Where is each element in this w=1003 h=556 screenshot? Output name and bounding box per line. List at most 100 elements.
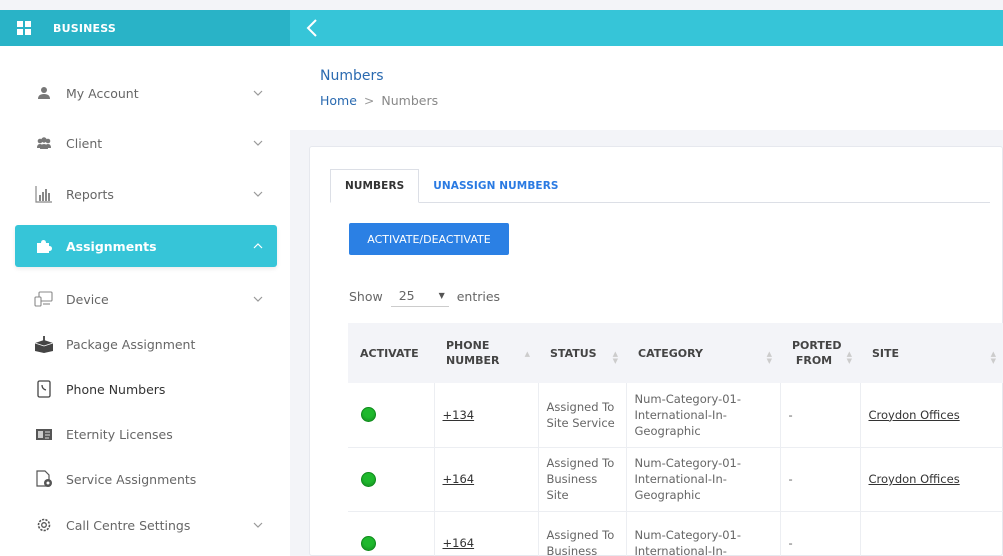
activate-deactivate-button[interactable]: ACTIVATE/DEACTIVATE [349, 223, 509, 255]
sidebar-item-label: Reports [66, 186, 114, 202]
sort-icon: ▲ ▼ [766, 350, 772, 365]
phone-book-icon [34, 379, 54, 399]
sidebar-item-assignments[interactable]: Assignments [15, 225, 277, 267]
collapse-sidebar-button[interactable] [300, 14, 324, 42]
chevron-left-icon [306, 19, 317, 37]
site-cell [860, 511, 1003, 556]
category-cell: Num-Category-01-International-In-Geograp… [626, 447, 781, 512]
status-cell: Assigned To Site Service [538, 383, 627, 448]
apps-grid-icon [17, 21, 31, 35]
status-cell: Assigned To Business Site [538, 447, 627, 512]
page-title: Numbers [320, 68, 384, 84]
sidebar-item-my-account[interactable]: My Account [15, 72, 277, 114]
chevron-down-icon [253, 522, 263, 528]
package-icon [34, 334, 54, 354]
show-label: Show [349, 288, 383, 304]
sidebar-item-package-assignment[interactable]: Package Assignment [15, 323, 277, 365]
category-cell: Num-Category-01-International-In- [626, 511, 781, 556]
entries-value: 25 [398, 288, 415, 303]
phone-cell: +134 [434, 383, 539, 448]
dropdown-arrow-icon: ▼ [438, 291, 445, 300]
tab-bar: NUMBERS UNASSIGN NUMBERS [330, 169, 990, 203]
entries-suffix: entries [456, 288, 501, 304]
ported-cell: - [780, 447, 861, 512]
phone-cell: +164 [434, 447, 539, 512]
activate-cell [348, 383, 435, 448]
puzzle-icon [34, 236, 54, 256]
breadcrumb-separator: > [363, 93, 375, 108]
bar-chart-icon [34, 184, 54, 204]
column-header-ported-from[interactable]: PORTED FROM ▲ ▼ [780, 323, 860, 383]
sidebar-item-label: My Account [66, 85, 139, 101]
sort-icon: ▲ ▼ [612, 350, 618, 365]
numbers-table: ACTIVATE PHONE NUMBER ▲ STATUS ▲ ▼ CATEGORY… [348, 323, 1003, 556]
column-header-category[interactable]: CATEGORY ▲ ▼ [626, 323, 780, 383]
brand[interactable]: BUSINESS [0, 10, 290, 46]
site-link[interactable]: Croydon Offices [869, 408, 960, 422]
column-header-activate: ACTIVATE [348, 323, 434, 383]
page-header: Numbers Home > Numbers [290, 46, 1003, 130]
user-icon [34, 83, 54, 103]
sidebar-item-label: Client [66, 135, 103, 151]
license-icon [34, 424, 54, 444]
device-icon [34, 289, 54, 309]
table-row: +164 Assigned To Business Site Num-Categ… [348, 447, 1003, 512]
phone-number-link[interactable]: +164 [443, 472, 475, 486]
entries-select[interactable]: 25 ▼ [390, 285, 449, 307]
ported-cell: - [780, 383, 861, 448]
column-header-phone-number[interactable]: PHONE NUMBER ▲ [434, 323, 538, 383]
table-row: +134 Assigned To Site Service Num-Catego… [348, 383, 1003, 448]
tab-unassign-numbers[interactable]: UNASSIGN NUMBERS [419, 169, 572, 203]
tab-numbers[interactable]: NUMBERS [330, 169, 420, 203]
sidebar-item-client[interactable]: Client [15, 122, 277, 164]
sidebar-item-service-assignments[interactable]: Service Assignments [15, 458, 277, 500]
sidebar-item-eternity-licenses[interactable]: Eternity Licenses [15, 413, 277, 455]
sidebar-item-call-centre-settings[interactable]: Call Centre Settings [15, 504, 277, 546]
column-header-status[interactable]: STATUS ▲ ▼ [538, 323, 626, 383]
sort-icon: ▲ ▼ [990, 350, 996, 365]
sidebar-item-label: Eternity Licenses [66, 426, 173, 442]
chevron-down-icon [253, 90, 263, 96]
users-icon [34, 133, 54, 153]
chevron-up-icon [253, 243, 263, 249]
phone-number-link[interactable]: +164 [443, 536, 475, 550]
file-gear-icon [34, 469, 54, 489]
sidebar-item-label: Phone Numbers [66, 381, 166, 397]
site-cell: Croydon Offices [860, 383, 1003, 448]
site-link[interactable]: Croydon Offices [869, 472, 960, 486]
sidebar-item-phone-numbers[interactable]: Phone Numbers [15, 368, 277, 410]
top-bar: BUSINESS [0, 10, 1003, 46]
table-header-row: ACTIVATE PHONE NUMBER ▲ STATUS ▲ ▼ CATEGORY… [348, 323, 1003, 383]
numbers-card: NUMBERS UNASSIGN NUMBERS ACTIVATE/DEACTI… [309, 146, 1003, 556]
activate-cell [348, 447, 435, 512]
site-cell: Croydon Offices [860, 447, 1003, 512]
column-header-site[interactable]: SITE ▲ ▼ [860, 323, 1003, 383]
status-cell: Assigned To Business [538, 511, 627, 556]
sidebar: My Account Client Reports Assignments De… [0, 46, 290, 556]
status-active-indicator[interactable] [361, 471, 376, 487]
sidebar-item-device[interactable]: Device [15, 278, 277, 320]
brand-name: BUSINESS [53, 21, 117, 35]
phone-cell: +164 [434, 511, 539, 556]
ported-cell: - [780, 511, 861, 556]
sidebar-item-label: Device [66, 291, 109, 307]
sidebar-item-label: Service Assignments [66, 471, 197, 487]
sort-icon: ▲ ▼ [846, 350, 852, 365]
breadcrumb-home-link[interactable]: Home [320, 93, 357, 108]
table-row: +164 Assigned To Business Num-Category-0… [348, 511, 1003, 556]
status-active-indicator[interactable] [361, 407, 376, 423]
breadcrumb: Home > Numbers [320, 93, 438, 108]
sidebar-item-reports[interactable]: Reports [15, 173, 277, 215]
chevron-down-icon [253, 296, 263, 302]
sidebar-item-label: Call Centre Settings [66, 517, 191, 533]
category-cell: Num-Category-01-International-In-Geograp… [626, 383, 781, 448]
sort-icon: ▲ [524, 350, 530, 358]
activate-cell [348, 511, 435, 556]
status-active-indicator[interactable] [361, 535, 376, 551]
phone-number-link[interactable]: +134 [443, 408, 475, 422]
chevron-down-icon [253, 140, 263, 146]
breadcrumb-current: Numbers [381, 93, 439, 108]
sidebar-item-label: Assignments [66, 238, 157, 254]
sidebar-item-label: Package Assignment [66, 336, 196, 352]
entries-control: Show 25 ▼ entries [349, 285, 500, 307]
